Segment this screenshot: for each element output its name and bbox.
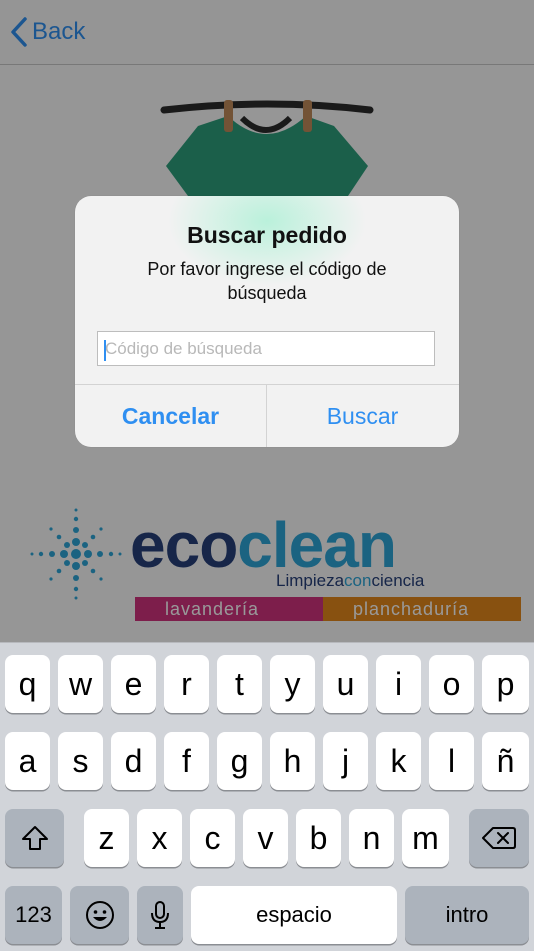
alert-message: Por favor ingrese el código de búsqueda <box>147 259 387 303</box>
key-r[interactable]: r <box>164 655 209 713</box>
key-w[interactable]: w <box>58 655 103 713</box>
key-x[interactable]: x <box>137 809 182 867</box>
keyboard: q w e r t y u i o p a s d f g h j k l ñ … <box>0 642 534 951</box>
key-m[interactable]: m <box>402 809 449 867</box>
search-order-alert: Buscar pedido Por favor ingrese el códig… <box>75 196 459 447</box>
key-i[interactable]: i <box>376 655 421 713</box>
space-key[interactable]: espacio <box>191 886 397 944</box>
search-button[interactable]: Buscar <box>267 385 458 447</box>
key-q[interactable]: q <box>5 655 50 713</box>
shift-key[interactable] <box>5 809 64 867</box>
key-k[interactable]: k <box>376 732 421 790</box>
microphone-key[interactable] <box>137 886 183 944</box>
key-e[interactable]: e <box>111 655 156 713</box>
emoji-key[interactable] <box>70 886 129 944</box>
key-s[interactable]: s <box>58 732 103 790</box>
key-d[interactable]: d <box>111 732 156 790</box>
search-code-input[interactable] <box>97 331 435 366</box>
key-a[interactable]: a <box>5 732 50 790</box>
key-n[interactable]: n <box>349 809 394 867</box>
key-f[interactable]: f <box>164 732 209 790</box>
key-c[interactable]: c <box>190 809 235 867</box>
return-key[interactable]: intro <box>405 886 529 944</box>
key-j[interactable]: j <box>323 732 368 790</box>
key-b[interactable]: b <box>296 809 341 867</box>
microphone-icon <box>151 901 169 929</box>
key-y[interactable]: y <box>270 655 315 713</box>
backspace-key[interactable] <box>469 809 529 867</box>
backspace-icon <box>482 827 516 849</box>
key-l[interactable]: l <box>429 732 474 790</box>
key-z[interactable]: z <box>84 809 129 867</box>
key-p[interactable]: p <box>482 655 529 713</box>
alert-title: Buscar pedido <box>187 222 347 248</box>
cancel-button[interactable]: Cancelar <box>75 385 266 447</box>
emoji-icon <box>85 901 114 929</box>
shift-icon <box>21 826 48 850</box>
key-h[interactable]: h <box>270 732 315 790</box>
key-v[interactable]: v <box>243 809 288 867</box>
key-t[interactable]: t <box>217 655 262 713</box>
numbers-key[interactable]: 123 <box>5 886 62 944</box>
key-u[interactable]: u <box>323 655 368 713</box>
key-o[interactable]: o <box>429 655 474 713</box>
text-caret <box>104 340 106 361</box>
key-enye[interactable]: ñ <box>482 732 529 790</box>
key-g[interactable]: g <box>217 732 262 790</box>
